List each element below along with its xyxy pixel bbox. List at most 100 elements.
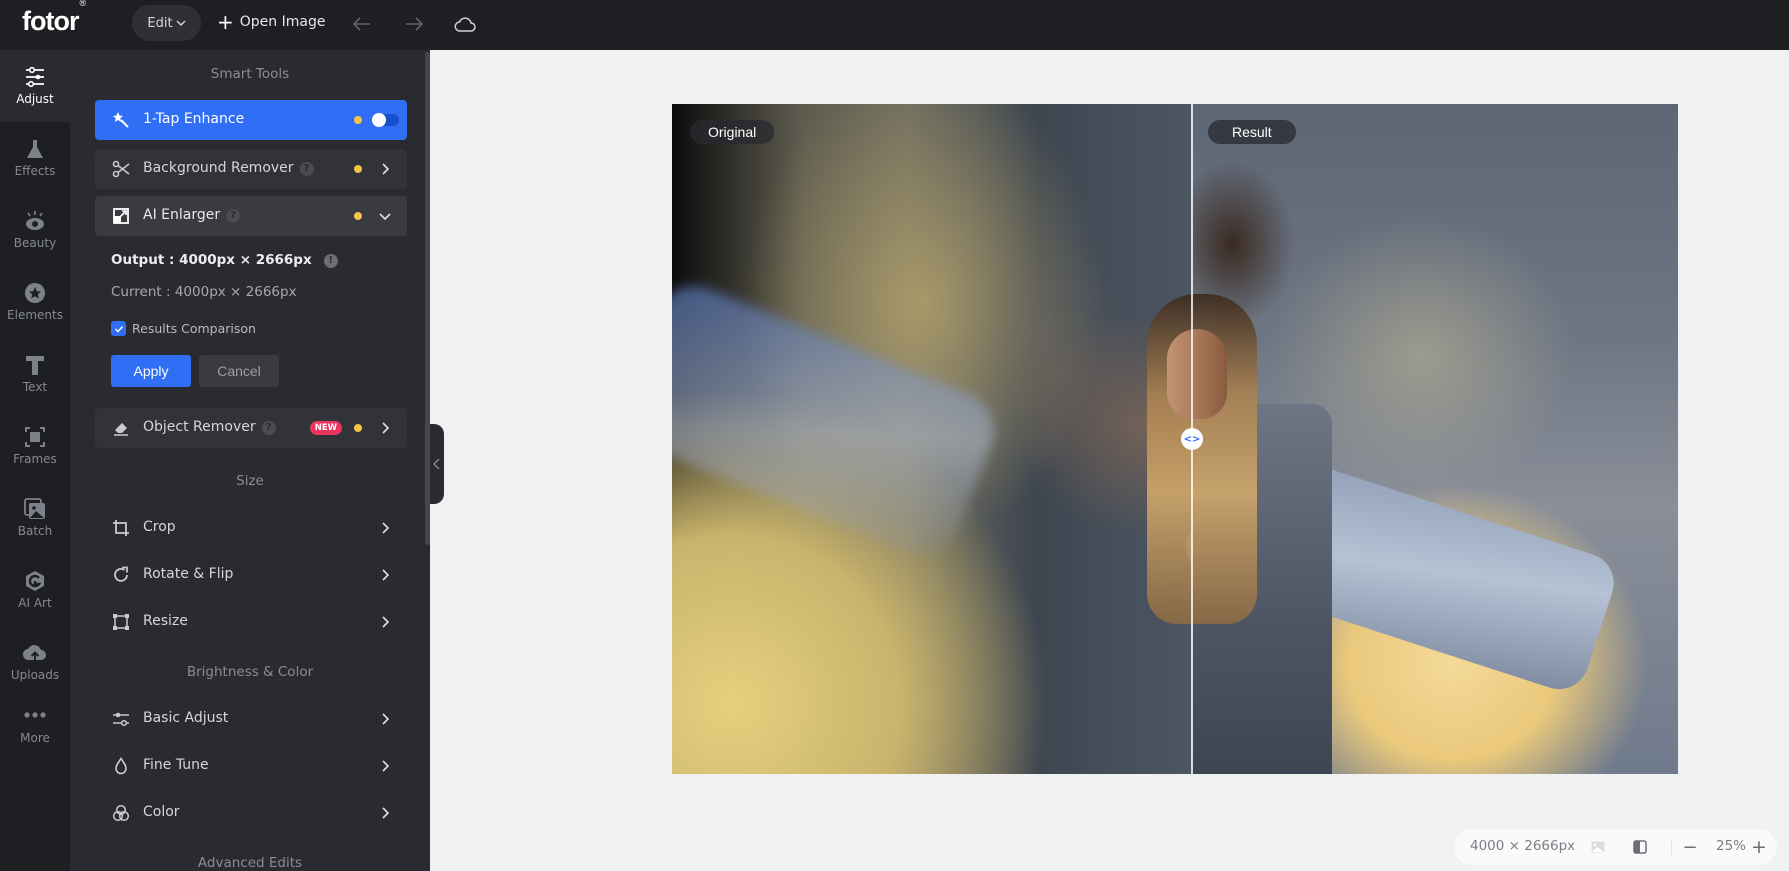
collapse-panel-button[interactable] — [430, 424, 444, 504]
rail-label: Elements — [7, 308, 63, 322]
comparison-image[interactable]: <> Original Result — [672, 104, 1678, 774]
results-comparison-label: Results Comparison — [132, 321, 256, 336]
tool-panel: Smart Tools 1-Tap Enhance Background Rem… — [70, 50, 430, 871]
rail-label: AI Art — [18, 596, 52, 610]
chevron-right-icon — [382, 760, 390, 772]
rail-item-effects[interactable]: Effects — [0, 122, 70, 194]
rail-item-text[interactable]: Text — [0, 338, 70, 410]
help-icon[interactable]: ? — [299, 162, 314, 176]
plus-icon: + — [1751, 836, 1767, 858]
open-image-label: Open Image — [239, 14, 326, 30]
eye-icon — [26, 211, 44, 230]
status-dot — [354, 212, 362, 220]
chevron-right-icon — [382, 807, 390, 819]
results-comparison-checkbox[interactable] — [111, 321, 126, 336]
rail-label: Uploads — [10, 668, 60, 682]
tool-crop[interactable]: Crop — [95, 508, 407, 548]
text-t-icon — [26, 356, 44, 375]
enhance-toggle[interactable] — [372, 113, 399, 127]
results-comparison-row[interactable]: Results Comparison — [111, 321, 256, 336]
status-separator — [1671, 839, 1672, 855]
rail-item-adjust[interactable]: Adjust — [0, 50, 70, 122]
subject-face — [1167, 329, 1227, 419]
sliders-icon — [26, 66, 44, 88]
rail-item-elements[interactable]: Elements — [0, 266, 70, 338]
logo-text: fotor — [22, 6, 79, 36]
ai-art-hexagon-icon — [26, 571, 44, 591]
tool-1-tap-enhance[interactable]: 1-Tap Enhance — [95, 100, 407, 140]
enlarger-current: Current : 4000px × 2666px — [111, 284, 297, 300]
cancel-button[interactable]: Cancel — [199, 355, 279, 387]
help-icon[interactable]: ? — [226, 209, 241, 223]
rail-item-more[interactable]: More — [0, 692, 70, 764]
undo-arrow-icon[interactable] — [350, 12, 374, 36]
tool-background-remover[interactable]: Background Remover? — [95, 149, 407, 189]
check-icon — [114, 325, 123, 333]
tool-basic-adjust[interactable]: Basic Adjust — [95, 699, 407, 739]
tool-fine-tune[interactable]: Fine Tune — [95, 746, 407, 786]
rail-item-uploads[interactable]: Uploads — [0, 626, 70, 698]
chevron-right-icon — [382, 713, 390, 725]
zoom-out-button[interactable]: − — [1682, 836, 1698, 858]
zoom-level: 25% — [1716, 838, 1747, 854]
compare-drag-handle[interactable]: <> — [1181, 428, 1203, 450]
drag-arrows-icon: <> — [1183, 433, 1201, 445]
registered-mark: ® — [79, 0, 86, 8]
result-label: Result — [1208, 120, 1296, 144]
rail-item-batch[interactable]: Batch — [0, 482, 70, 554]
rail-label: Batch — [17, 524, 53, 538]
chevron-down-icon — [176, 20, 186, 26]
rail-label: More — [20, 731, 50, 745]
tool-label: AI Enlarger — [143, 207, 221, 223]
tool-color[interactable]: Color — [95, 793, 407, 833]
output-text: Output : 4000px × 2666px — [111, 252, 312, 268]
resize-icon — [112, 613, 130, 631]
tool-label: Color — [143, 804, 180, 820]
chevron-right-icon — [382, 522, 390, 534]
chevron-right-icon — [382, 616, 390, 628]
rail-label: Beauty — [13, 236, 57, 250]
tool-label: Object Remover — [143, 419, 256, 435]
edit-label: Edit — [147, 15, 173, 31]
star-circle-icon — [25, 283, 45, 303]
chevron-right-icon — [382, 569, 390, 581]
chevron-left-icon — [433, 458, 440, 470]
flask-icon — [27, 140, 43, 158]
rail-item-ai-art[interactable]: AI Art — [0, 554, 70, 626]
rail-item-frames[interactable]: Frames — [0, 410, 70, 482]
status-dot — [354, 116, 362, 124]
more-dots-icon — [24, 712, 46, 718]
new-badge: NEW — [309, 421, 342, 435]
tool-label: 1-Tap Enhance — [143, 111, 245, 127]
rail-label: Effects — [14, 164, 56, 178]
status-bar: 4000 × 2666px − 25% + — [1454, 829, 1777, 865]
chevron-down-icon — [379, 213, 391, 221]
rail-item-beauty[interactable]: Beauty — [0, 194, 70, 266]
status-dot — [354, 424, 362, 432]
edit-menu-button[interactable]: Edit — [132, 5, 201, 41]
tool-object-remover[interactable]: Object Remover? NEW — [95, 408, 407, 448]
section-title-brightness-color: Brightness & Color — [186, 664, 314, 680]
image-view-icon[interactable] — [1590, 839, 1606, 855]
cloud-upload-icon — [23, 645, 46, 661]
apply-button[interactable]: Apply — [111, 355, 191, 387]
tool-ai-enlarger[interactable]: AI Enlarger? — [95, 196, 407, 236]
tool-label: Background Remover — [143, 160, 294, 176]
top-bar: fotor® Edit + Open Image — [0, 0, 1789, 50]
minus-icon: − — [1682, 836, 1698, 858]
fotor-logo[interactable]: fotor® — [22, 0, 86, 37]
redo-arrow-icon[interactable] — [402, 12, 426, 36]
tool-resize[interactable]: Resize — [95, 602, 407, 642]
tool-label: Rotate & Flip — [143, 566, 234, 582]
info-warning-icon[interactable]: ! — [323, 254, 338, 268]
eraser-icon — [112, 419, 130, 437]
zoom-in-button[interactable]: + — [1751, 836, 1767, 858]
tool-rotate-flip[interactable]: Rotate & Flip — [95, 555, 407, 595]
color-circles-icon — [112, 804, 130, 822]
open-image-button[interactable]: + Open Image — [217, 12, 325, 32]
magic-wand-icon — [112, 111, 130, 129]
compare-view-icon[interactable] — [1632, 839, 1648, 855]
help-icon[interactable]: ? — [261, 421, 276, 435]
tool-label: Resize — [143, 613, 188, 629]
cloud-icon[interactable] — [453, 12, 477, 36]
